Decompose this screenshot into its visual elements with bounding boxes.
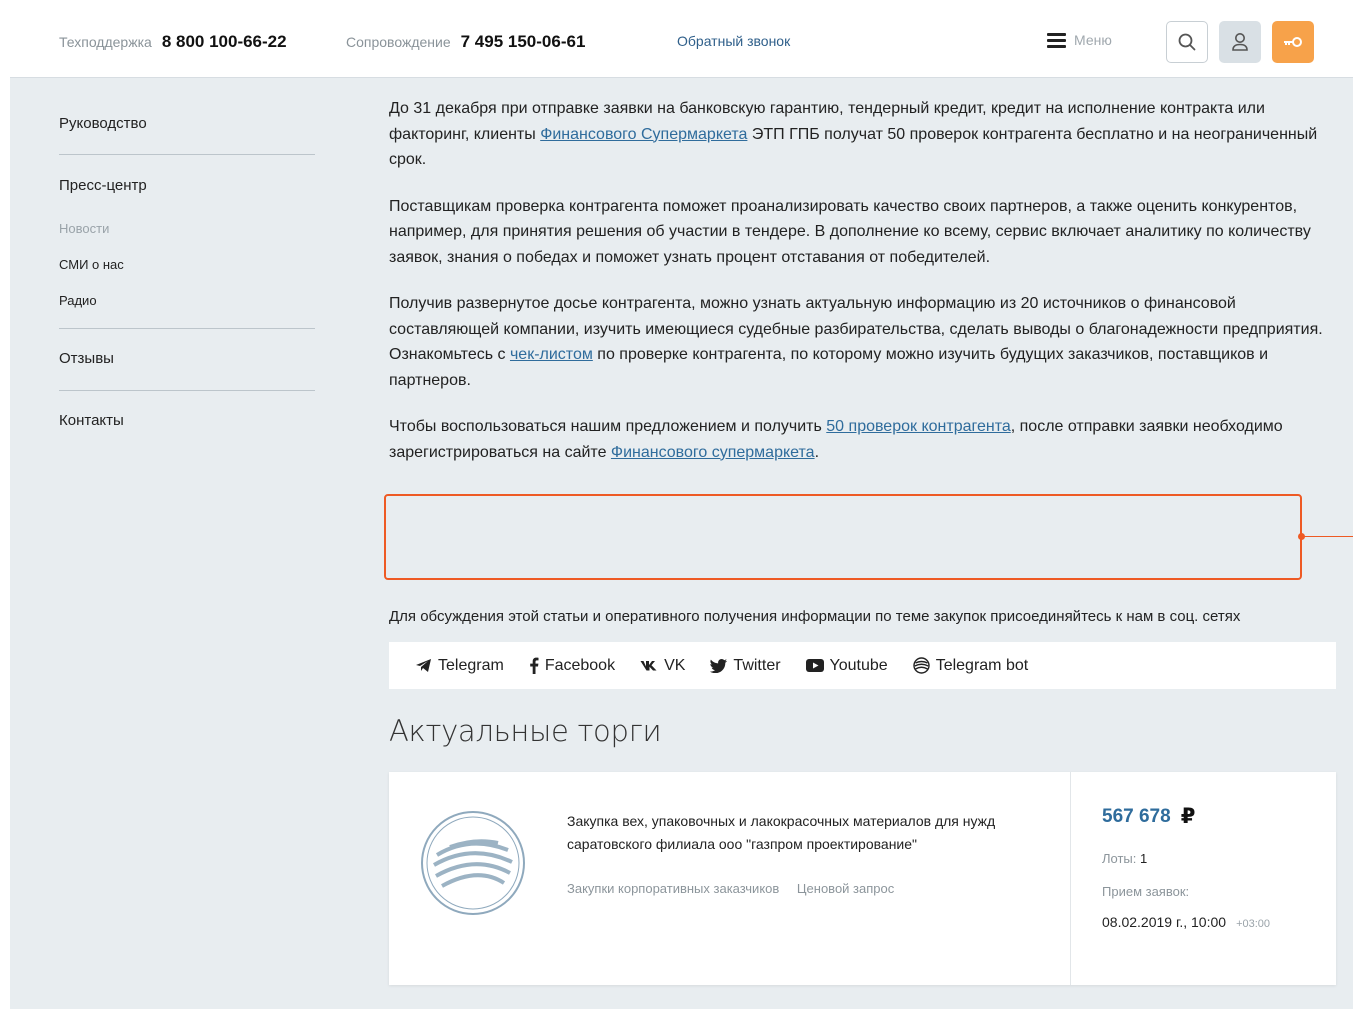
sidebar-divider <box>59 154 315 155</box>
article-body: До 31 декабря при отправке заявки на бан… <box>389 96 1334 486</box>
support-phone[interactable]: 8 800 100-66-22 <box>162 32 287 52</box>
article-paragraph: Чтобы воспользоваться нашим предложением… <box>389 418 1283 461</box>
receipt-label: Прием заявок: <box>1102 884 1190 899</box>
search-button[interactable] <box>1166 21 1208 63</box>
timezone: +03:00 <box>1236 918 1271 930</box>
key-icon <box>1284 37 1302 47</box>
social-links-bar: Telegram Facebook VK Twitter Youtube Tel… <box>389 642 1336 689</box>
twitter-icon <box>710 658 728 673</box>
sidebar-item-reviews[interactable]: Отзывы <box>59 350 114 367</box>
support-label: Техподдержка <box>59 34 152 50</box>
vk-link[interactable]: VK <box>640 657 685 675</box>
sidebar-divider <box>59 328 315 329</box>
price-value: 567 678 <box>1102 805 1171 827</box>
lots-value: 1 <box>1140 851 1148 866</box>
checklist-link[interactable]: чек-листом <box>510 346 593 363</box>
telegram-icon <box>416 659 431 672</box>
sidebar-subitem-media[interactable]: СМИ о нас <box>59 257 124 272</box>
user-icon <box>1232 33 1248 51</box>
tender-title[interactable]: Закупка вех, упаковочных и лакокрасочных… <box>567 810 1037 856</box>
accompaniment-phone[interactable]: 7 495 150-06-61 <box>461 32 586 52</box>
checks-link[interactable]: 50 проверок контрагента <box>826 418 1010 435</box>
account-button[interactable] <box>1219 21 1261 63</box>
telegram-bot-icon <box>912 657 930 674</box>
page: Техподдержка 8 800 100-66-22 Сопровожден… <box>10 10 1353 1009</box>
tender-card[interactable]: Закупка вех, упаковочных и лакокрасочных… <box>389 772 1336 985</box>
tender-lots: Лоты: 1 <box>1102 851 1148 866</box>
sidebar-divider <box>59 390 315 391</box>
sidebar-subitem-radio[interactable]: Радио <box>59 293 97 308</box>
tender-tags: Закупки корпоративных заказчиков Ценовой… <box>567 881 908 896</box>
facebook-link[interactable]: Facebook <box>529 657 615 675</box>
gazprombank-logo <box>420 810 526 921</box>
telegram-bot-link[interactable]: Telegram bot <box>912 657 1028 675</box>
hamburger-icon <box>1047 32 1066 48</box>
tender-price: 567 678 ₽ <box>1102 804 1195 829</box>
login-button[interactable] <box>1272 21 1314 63</box>
tender-tag: Закупки корпоративных заказчиков <box>567 881 780 896</box>
sidebar-item-management[interactable]: Руководство <box>59 115 147 132</box>
youtube-link[interactable]: Youtube <box>805 657 888 675</box>
article-paragraph: До 31 декабря при отправке заявки на бан… <box>389 100 1318 168</box>
facebook-icon <box>530 657 539 674</box>
search-icon <box>1178 33 1196 51</box>
ruble-icon: ₽ <box>1180 805 1196 828</box>
fin-supermarket-register-link[interactable]: Финансового супермаркета <box>611 444 815 461</box>
receipt-date: 08.02.2019 г., 10:00 +03:00 <box>1102 914 1271 930</box>
section-title: Актуальные торги <box>389 714 662 748</box>
sidebar-subitem-news[interactable]: Новости <box>59 221 109 236</box>
sidebar-item-contacts[interactable]: Контакты <box>59 412 124 429</box>
support-contact: Техподдержка 8 800 100-66-22 <box>59 32 287 52</box>
annotation-line <box>1302 536 1353 537</box>
youtube-icon <box>805 659 824 672</box>
fin-supermarket-link[interactable]: Финансового Супермаркета <box>540 126 747 143</box>
callback-link[interactable]: Обратный звонок <box>677 33 790 49</box>
article-paragraph: Получив развернутое досье контрагента, м… <box>389 295 1323 389</box>
accompaniment-contact: Сопровождение 7 495 150-06-61 <box>346 32 585 52</box>
vk-icon <box>640 661 657 671</box>
twitter-link[interactable]: Twitter <box>710 657 781 675</box>
menu-button[interactable]: Меню <box>1047 32 1112 48</box>
site-header: Техподдержка 8 800 100-66-22 Сопровожден… <box>10 10 1353 78</box>
tender-tag: Ценовой запрос <box>796 881 895 896</box>
article-paragraph: Поставщикам проверка контрагента поможет… <box>389 197 1311 266</box>
social-note: Для обсуждения этой статьи и оперативног… <box>389 608 1241 625</box>
highlight-frame <box>384 494 1302 580</box>
menu-label: Меню <box>1074 32 1112 48</box>
telegram-link[interactable]: Telegram <box>415 657 504 675</box>
accompaniment-label: Сопровождение <box>346 34 451 50</box>
card-divider <box>1070 772 1071 985</box>
sidebar-item-press-center[interactable]: Пресс-центр <box>59 177 147 194</box>
